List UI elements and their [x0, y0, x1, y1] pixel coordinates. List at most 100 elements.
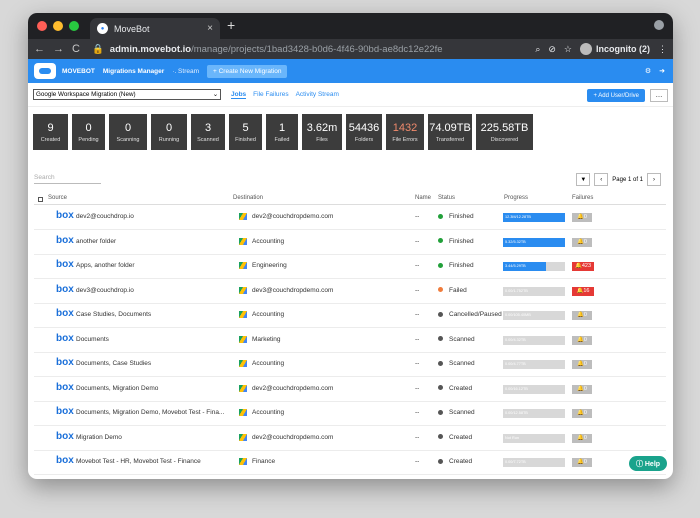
failures-badge[interactable]: 🔔0 [572, 335, 592, 345]
close-window-button[interactable] [37, 21, 47, 31]
nav-migrations-manager[interactable]: Migrations Manager [103, 68, 164, 75]
table-row[interactable]: box Apps, another folder Engineering -- Fini… [34, 255, 666, 279]
row-source[interactable]: Case Studies, Documents [76, 311, 151, 318]
reload-icon[interactable]: C [72, 43, 80, 55]
failures-badge[interactable]: 🔔0 [572, 311, 592, 320]
header-name[interactable]: Name [415, 195, 431, 201]
row-source[interactable]: another folder [76, 238, 116, 245]
stat-label: File Errors [392, 136, 418, 143]
table-row[interactable]: box dev2@couchdrop.io dev2@couchdropdemo.c… [34, 206, 666, 230]
table-row[interactable]: box another folder Accounting -- Finished 5.3… [34, 231, 666, 255]
minimize-window-button[interactable] [53, 21, 63, 31]
table-row[interactable]: boxdev@couchdrop.ioEngineering--Finished… [34, 476, 666, 480]
stat-scanning[interactable]: 0 Scanning [109, 114, 147, 150]
header-progress[interactable]: Progress [504, 195, 528, 201]
stat-pending[interactable]: 0 Pending [72, 114, 105, 150]
stat-finished[interactable]: 5 Finished [229, 114, 262, 150]
row-destination: Accounting [239, 409, 284, 416]
header-status[interactable]: Status [438, 195, 455, 201]
add-user-drive-button[interactable]: + Add User/Drive [587, 89, 645, 102]
prev-page-button[interactable]: ‹ [594, 173, 609, 186]
stat-created[interactable]: 9 Created [33, 114, 68, 150]
browser-tab[interactable]: ● MoveBot × [90, 18, 220, 39]
forward-icon[interactable]: → [53, 43, 64, 55]
tab-search-icon[interactable] [654, 20, 664, 30]
filter-icon[interactable]: ▼ [576, 173, 591, 186]
more-options-button[interactable]: … [650, 89, 668, 102]
stat-value: 3 [204, 121, 212, 134]
url-field[interactable]: 🔒 admin.movebot.io /manage/projects/1bad… [88, 41, 527, 57]
row-source[interactable]: Documents, Migration Demo, Movebot Test … [76, 409, 224, 416]
row-source[interactable]: dev3@couchdrop.io [76, 287, 134, 294]
tab-file-failures[interactable]: File Failures [253, 91, 288, 99]
failures-badge[interactable]: 🔔0 [572, 360, 592, 369]
incognito-icon [580, 43, 592, 55]
failures-badge[interactable]: 🔔0 [572, 384, 592, 394]
back-icon[interactable]: ← [34, 43, 45, 55]
row-destination: Finance [239, 458, 275, 465]
header-failures[interactable]: Failures [572, 195, 593, 201]
settings-gear-icon[interactable]: ⚙ [645, 67, 651, 75]
failures-badge[interactable]: 🔔0 [572, 213, 592, 222]
close-tab-icon[interactable]: × [207, 23, 213, 34]
box-logo-icon: box [56, 357, 74, 368]
table-row[interactable]: box Documents, Migration Demo, Movebot Te… [34, 402, 666, 426]
progress-bar: 0.00/7.72TB [503, 458, 565, 467]
bookmark-star-icon[interactable]: ☆ [564, 44, 572, 55]
box-logo-icon: box [56, 406, 74, 417]
table-row[interactable]: box Migration Demo dev2@couchdropdemo.com -… [34, 427, 666, 451]
maximize-window-button[interactable] [69, 21, 79, 31]
row-status: Scanned [438, 409, 475, 416]
table-row[interactable]: box Case Studies, Documents Accounting -- Ca… [34, 304, 666, 328]
menu-kebab-icon[interactable]: ⋮ [658, 44, 667, 55]
help-button[interactable]: ⓘ Help [629, 456, 667, 471]
table-row[interactable]: box dev3@couchdrop.io dev3@couchdropdemo.c… [34, 280, 666, 304]
row-source[interactable]: Movebot Test - HR, Movebot Test - Financ… [76, 458, 201, 465]
failures-badge[interactable]: 🔔0 [572, 237, 592, 247]
failures-badge[interactable]: 🔔0 [572, 409, 592, 418]
tab-jobs[interactable]: Jobs [231, 91, 247, 99]
row-destination: Accounting [239, 311, 284, 318]
row-source[interactable]: Documents [76, 336, 109, 343]
row-source[interactable]: Documents, Case Studies [76, 360, 151, 367]
next-page-button[interactable]: › [647, 173, 661, 186]
new-tab-icon[interactable]: + [227, 17, 235, 33]
table-row[interactable]: box Documents, Case Studies Accounting -- Sc… [34, 353, 666, 377]
table-row[interactable]: box Documents Marketing -- Scanned 0.00/4.32T… [34, 329, 666, 353]
row-status: Finished [438, 213, 474, 220]
nav-stream[interactable]: ·. Stream [172, 68, 199, 75]
stat-folders[interactable]: 54436 Folders [346, 114, 382, 150]
row-source[interactable]: dev2@couchdrop.io [76, 213, 134, 220]
table-row[interactable]: box Documents, Migration Demo dev2@couchdr… [34, 378, 666, 402]
select-all-checkbox[interactable] [38, 197, 43, 202]
row-source[interactable]: Documents, Migration Demo [76, 385, 158, 392]
row-destination: dev3@couchdropdemo.com [239, 286, 333, 294]
failures-badge[interactable]: 🔔16 [572, 286, 594, 296]
stat-label: Created [40, 136, 61, 143]
failures-badge[interactable]: 🔔0 [572, 433, 592, 443]
header-source[interactable]: Source [48, 195, 67, 201]
stat-scanned[interactable]: 3 Scanned [191, 114, 225, 150]
zoom-icon[interactable]: ⌕ [535, 44, 540, 55]
stat-running[interactable]: 0 Running [151, 114, 187, 150]
stat-file-errors[interactable]: 1432 File Errors [386, 114, 424, 150]
table-row[interactable]: box Movebot Test - HR, Movebot Test - Fin… [34, 451, 666, 475]
stat-transferred[interactable]: 74.09TB Transferred [428, 114, 472, 150]
row-source[interactable]: Migration Demo [76, 434, 122, 441]
migration-select[interactable]: Google Workspace Migration (New) ⌄ [33, 89, 221, 100]
address-bar: ← → C 🔒 admin.movebot.io /manage/project… [28, 39, 673, 59]
failures-badge[interactable]: 🔔423 [572, 262, 594, 271]
incognito-profile[interactable]: Incognito (2) [580, 43, 650, 55]
stat-value: 0 [165, 121, 173, 134]
row-source[interactable]: Apps, another folder [76, 262, 135, 269]
header-destination[interactable]: Destination [233, 195, 263, 201]
logout-icon[interactable]: ➜ [659, 67, 665, 75]
create-new-migration-button[interactable]: + Create New Migration [207, 64, 288, 78]
stat-discovered[interactable]: 225.58TB Discovered [476, 114, 533, 150]
failures-badge[interactable]: 🔔0 [572, 458, 592, 467]
eye-off-icon[interactable]: ⊘ [548, 44, 556, 55]
search-input[interactable]: Search [34, 174, 101, 184]
stat-files[interactable]: 3.62m Files [302, 114, 342, 150]
stat-failed[interactable]: 1 Failed [266, 114, 298, 150]
tab-activity-stream[interactable]: Activity Stream [296, 91, 339, 99]
